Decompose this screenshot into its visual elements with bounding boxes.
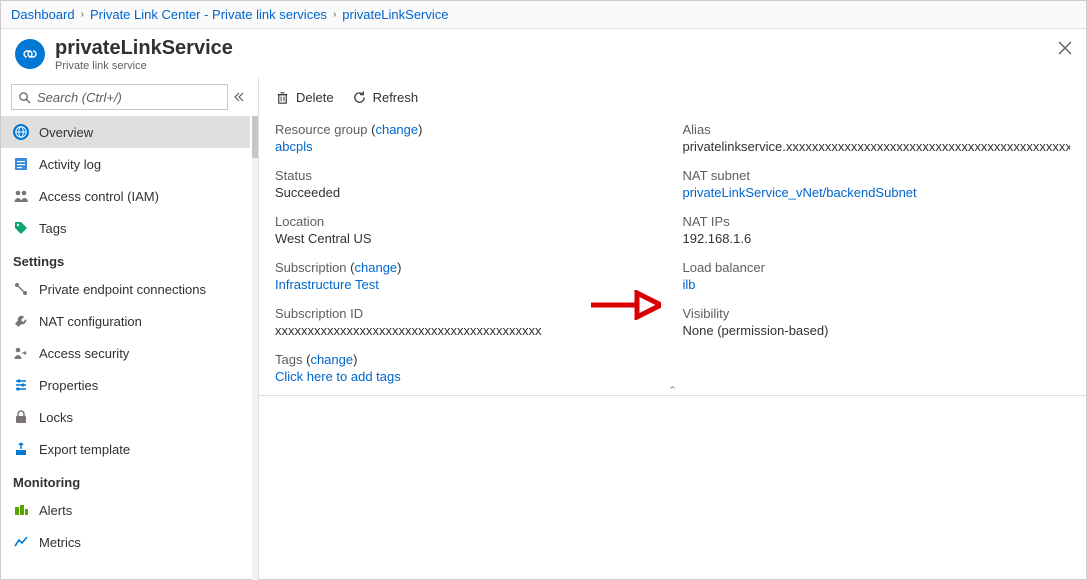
sub-change-link[interactable]: change (355, 260, 398, 275)
privatelink-icon (15, 39, 45, 69)
crumb-service[interactable]: privateLinkService (342, 7, 448, 22)
field-subscription: Subscription (change) Infrastructure Tes… (275, 260, 663, 292)
sidebar-item-label: Overview (39, 125, 93, 140)
sidebar-item-export[interactable]: Export template (1, 433, 250, 465)
field-nat-ips: NAT IPs 192.168.1.6 (683, 214, 1071, 246)
sub-label: Subscription (275, 260, 347, 275)
field-alias: Alias privatelinkservice.xxxxxxxxxxxxxxx… (683, 122, 1071, 154)
command-bar: Delete Refresh (259, 78, 1086, 116)
sidebar-item-overview[interactable]: Overview (1, 116, 250, 148)
sidebar-item-locks[interactable]: Locks (1, 401, 250, 433)
field-status: Status Succeeded (275, 168, 663, 200)
sidebar-item-label: Access control (IAM) (39, 189, 159, 204)
field-resource-group: Resource group (change) abcpls (275, 122, 663, 154)
people-icon (13, 188, 29, 204)
rg-value[interactable]: abcpls (275, 139, 663, 154)
sidebar-item-label: Locks (39, 410, 73, 425)
collapse-sidebar-icon[interactable] (234, 90, 248, 104)
essentials-panel: Resource group (change) abcpls Status Su… (259, 116, 1086, 394)
search-input[interactable]: Search (Ctrl+/) (11, 84, 228, 110)
natips-label: NAT IPs (683, 214, 1071, 229)
field-location: Location West Central US (275, 214, 663, 246)
alias-label: Alias (683, 122, 1071, 137)
sidebar-item-label: Metrics (39, 535, 81, 550)
alias-value: privatelinkservice.xxxxxxxxxxxxxxxxxxxxx… (683, 139, 1071, 154)
close-icon[interactable] (1058, 41, 1072, 55)
sidebar-item-props[interactable]: Properties (1, 369, 250, 401)
metrics-icon (13, 534, 29, 550)
search-icon (18, 91, 31, 104)
refresh-icon (352, 90, 367, 105)
annotation-arrow (589, 290, 661, 323)
sidebar-item-label: Tags (39, 221, 66, 236)
chevron-right-icon: › (81, 9, 84, 20)
sidebar-item-label: Access security (39, 346, 129, 361)
sidebar-item-tags[interactable]: Tags (1, 212, 250, 244)
section-settings: Settings (1, 244, 250, 273)
sidebar-scrollbar[interactable] (252, 116, 258, 580)
sidebar-item-label: Alerts (39, 503, 72, 518)
blade-header: privateLinkService Private link service (1, 29, 1086, 78)
section-monitoring: Monitoring (1, 465, 250, 494)
rg-label: Resource group (275, 122, 368, 137)
natsub-label: NAT subnet (683, 168, 1071, 183)
field-visibility: Visibility None (permission-based) (683, 306, 1071, 338)
sidebar-item-label: Private endpoint connections (39, 282, 206, 297)
rg-change-link[interactable]: change (375, 122, 418, 137)
natsub-value[interactable]: privateLinkService_vNet/backendSubnet (683, 185, 1071, 200)
sliders-icon (13, 377, 29, 393)
sidebar: Search (Ctrl+/) Overview Activity log Acce… (1, 78, 259, 580)
connections-icon (13, 281, 29, 297)
status-value: Succeeded (275, 185, 663, 200)
export-icon (13, 441, 29, 457)
globe-icon (13, 124, 29, 140)
sidebar-item-iam[interactable]: Access control (IAM) (1, 180, 250, 212)
lock-icon (13, 409, 29, 425)
sidebar-item-label: Activity log (39, 157, 101, 172)
lb-label: Load balancer (683, 260, 1071, 275)
sidebar-item-label: NAT configuration (39, 314, 142, 329)
location-label: Location (275, 214, 663, 229)
sidebar-item-accsec[interactable]: Access security (1, 337, 250, 369)
delete-button[interactable]: Delete (275, 90, 334, 105)
page-subtitle: Private link service (55, 60, 1058, 72)
sidebar-item-activity[interactable]: Activity log (1, 148, 250, 180)
visibility-value: None (permission-based) (683, 323, 1071, 338)
crumb-dashboard[interactable]: Dashboard (11, 7, 75, 22)
sidebar-item-pec[interactable]: Private endpoint connections (1, 273, 250, 305)
page-title: privateLinkService (55, 37, 1058, 60)
tags-label: Tags (275, 352, 302, 367)
search-placeholder: Search (Ctrl+/) (37, 90, 122, 105)
field-load-balancer: Load balancer ilb (683, 260, 1071, 292)
crumb-plc[interactable]: Private Link Center - Private link servi… (90, 7, 327, 22)
people-arrow-icon (13, 345, 29, 361)
log-icon (13, 156, 29, 172)
chevron-right-icon: › (333, 9, 336, 20)
refresh-button[interactable]: Refresh (352, 90, 419, 105)
visibility-label: Visibility (683, 306, 1071, 321)
wrench-icon (13, 313, 29, 329)
lb-value[interactable]: ilb (683, 277, 1071, 292)
sidebar-item-metrics[interactable]: Metrics (1, 526, 250, 558)
breadcrumb: Dashboard › Private Link Center - Privat… (1, 1, 1086, 29)
tags-change-link[interactable]: change (310, 352, 353, 367)
sidebar-item-label: Export template (39, 442, 130, 457)
trash-icon (275, 90, 290, 105)
subid-value: xxxxxxxxxxxxxxxxxxxxxxxxxxxxxxxxxxxxxxxx… (275, 323, 663, 338)
field-nat-subnet: NAT subnet privateLinkService_vNet/backe… (683, 168, 1071, 200)
delete-label: Delete (296, 90, 334, 105)
tag-icon (13, 220, 29, 236)
refresh-label: Refresh (373, 90, 419, 105)
sidebar-item-label: Properties (39, 378, 98, 393)
content-pane: Delete Refresh Resource group (change) a… (259, 78, 1086, 580)
alert-icon (13, 502, 29, 518)
location-value: West Central US (275, 231, 663, 246)
sidebar-item-alerts[interactable]: Alerts (1, 494, 250, 526)
essentials-collapse[interactable]: › (259, 380, 1086, 396)
natips-value: 192.168.1.6 (683, 231, 1071, 246)
sidebar-item-nat[interactable]: NAT configuration (1, 305, 250, 337)
chevron-up-icon: › (667, 386, 678, 389)
status-label: Status (275, 168, 663, 183)
